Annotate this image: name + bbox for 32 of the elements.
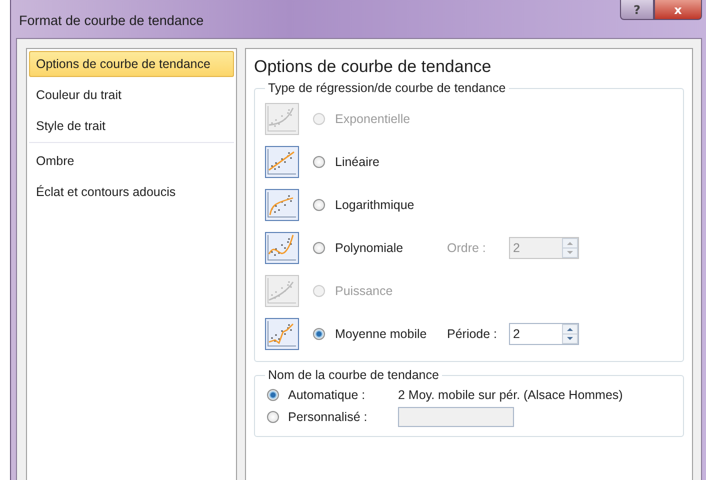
option-label: Automatique :: [288, 388, 366, 402]
radio-button[interactable]: [313, 242, 325, 254]
sidebar-item[interactable]: Éclat et contours adoucis: [29, 179, 234, 205]
radio-button[interactable]: [313, 198, 325, 210]
help-button[interactable]: ?: [620, 0, 654, 20]
auto-name-text: 2 Moy. mobile sur pér. (Alsace Hommes): [398, 388, 623, 402]
spin-arrows-icon: [562, 238, 578, 258]
group-legend: Nom de la courbe de tendance: [265, 368, 442, 382]
option-label: Logarithmique: [335, 198, 416, 212]
spin-field[interactable]: 2: [509, 322, 579, 344]
option-label: Linéaire: [335, 154, 380, 168]
radio-button[interactable]: [313, 328, 325, 340]
panel-heading: Options de courbe de tendance: [254, 57, 492, 77]
sidebar-item[interactable]: Ombre: [29, 148, 234, 174]
option-label: Polynomiale: [335, 240, 404, 254]
option-label: Exponentielle: [335, 112, 412, 126]
radio-button[interactable]: [267, 411, 279, 423]
spin-arrows-icon: [562, 324, 578, 344]
option-label: Moyenne mobile: [335, 326, 428, 340]
option-label: Puissance: [335, 284, 394, 298]
radio-button[interactable]: [267, 389, 279, 401]
sidebar-item[interactable]: Couleur du trait: [29, 82, 234, 108]
sidebar-item[interactable]: Options de courbe de tendance: [29, 51, 234, 77]
input-field[interactable]: [398, 407, 514, 427]
window-title: Format de courbe de tendance: [19, 13, 204, 28]
sidebar-item[interactable]: Style de trait: [29, 113, 234, 139]
group-legend: Type de régression/de courbe de tendance: [265, 81, 509, 95]
parameter-label: Ordre :: [447, 240, 487, 254]
radio-button[interactable]: [313, 156, 325, 168]
option-label: Personnalisé :: [288, 410, 368, 424]
close-button[interactable]: x: [654, 0, 702, 20]
parameter-label: Période :: [447, 326, 498, 340]
